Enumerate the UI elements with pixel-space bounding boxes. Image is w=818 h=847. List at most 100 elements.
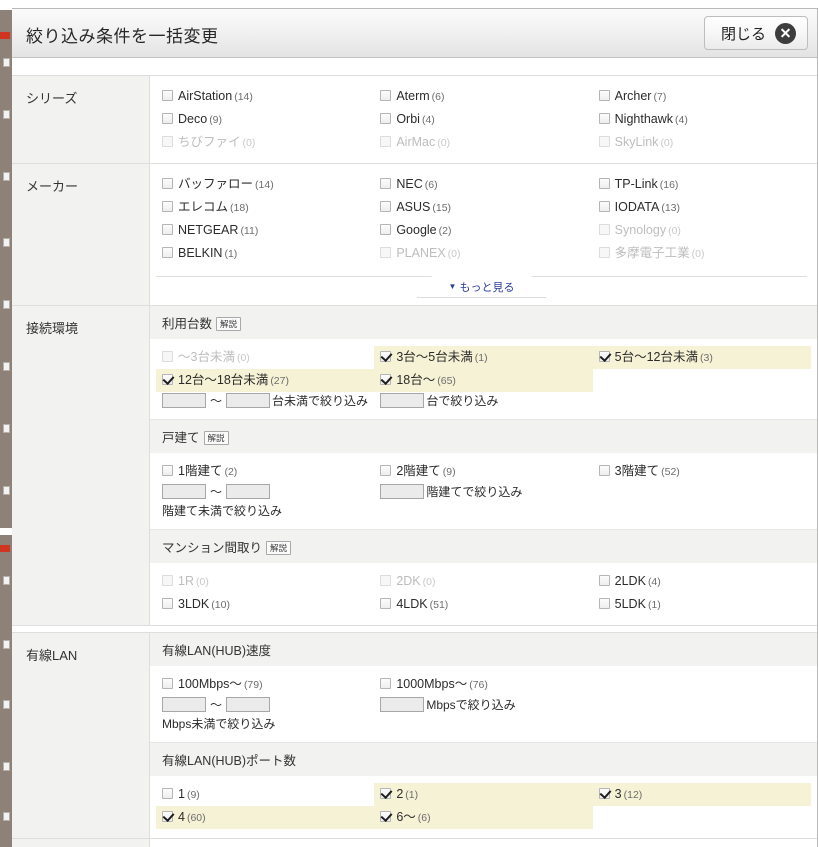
filter-checkbox-item[interactable]: Deco (9) [156,108,374,131]
chevron-down-icon: ▼ [448,281,457,291]
single-value-input[interactable] [380,393,425,408]
section-content-wired-lan: 有線LAN(HUB)速度 100Mbps～ (79) 1000Mbps～ (76) ～ Mb… [150,633,817,838]
filter-checkbox-item[interactable]: 3台～5台未満 (1) [374,346,593,369]
range-to-input[interactable] [226,697,271,712]
section-label-connection: 接続環境 [12,306,150,625]
checkbox-icon [380,201,392,212]
range-tilde: ～ [210,485,223,499]
range-filter-row: ～ 階建て未満で絞り込み 階建てで絞り込み [156,484,811,520]
checkbox-count: (51) [429,599,449,611]
filter-checkbox-item[interactable]: IODATA (13) [593,196,811,219]
checkbox-icon [380,598,392,609]
filter-checkbox-item[interactable]: BELKIN (1) [156,242,374,265]
subblock-body: 1階建て (2) 2階建て (9) 3階建て (52) ～ 階建て未満で絞り込み 階建てで絞り込… [150,453,817,529]
checkbox-checked-icon [162,811,173,822]
checkbox-icon [598,90,610,101]
range-empty-cell [593,484,811,520]
filter-checkbox-item[interactable]: バッファロー (14) [156,173,374,196]
filter-checkbox-item[interactable]: 3 (12) [592,783,811,806]
filter-subblock: 戸建て 解説 1階建て (2) 2階建て (9) 3階建て (52) ～ 階建て未満で絞り込み 階建… [150,419,817,529]
filter-checkbox-item[interactable]: 3階建て (52) [593,460,811,483]
section-connection: 接続環境 利用台数 解説 ～3台未満 (0) 3台～5台未満 (1) 5台～12台未満 (3)… [12,305,817,625]
checkbox-count: (13) [661,202,681,214]
checkbox-label: 100Mbps～ (79) [178,677,263,691]
filter-checkbox-item[interactable]: 2 (1) [374,783,593,806]
filter-checkbox-item[interactable]: 2LDK (4) [593,570,811,593]
checkbox-count: (0) [660,137,674,149]
range-filter-row: ～ Mbps未満で絞り込み Mbpsで絞り込み [156,697,811,733]
range-to-input[interactable] [226,393,271,408]
filter-subblock: マンション間取り 解説 1R (0) 2DK (0) 2LDK (4) 3LDK (10) 4LDK… [150,529,817,625]
checkbox-label: バッファロー (14) [178,177,274,191]
filter-checkbox-item[interactable]: 1階建て (2) [156,460,374,483]
single-value-input[interactable] [380,484,425,499]
bulk-filter-modal: 絞り込み条件を一括変更 閉じる シリーズ AirStation (14) Aterm… [12,8,818,847]
filter-checkbox-item[interactable]: Google (2) [374,219,592,242]
filter-checkbox-item[interactable]: NEC (6) [374,173,592,196]
checkbox-label: PLANEX (0) [396,246,461,260]
checkbox-label: 1階建て (2) [178,464,238,478]
subblock-body: ～3台未満 (0) 3台～5台未満 (1) 5台～12台未満 (3) 12台～18台未満 (2… [150,339,817,419]
checkbox-label: 2階建て (9) [396,464,456,478]
range-from-input[interactable] [162,697,206,712]
subblock-body: 1R (0) 2DK (0) 2LDK (4) 3LDK (10) 4LDK (51) 5LDK (1… [150,563,817,625]
filter-checkbox-item: 2DK (0) [374,570,592,593]
close-icon [775,22,796,44]
filter-checkbox-item[interactable]: 18台～ (65) [374,369,593,392]
filter-checkbox-item[interactable]: AirStation (14) [156,85,374,108]
filter-checkbox-item[interactable]: エレコム (18) [156,196,374,219]
kaisetsu-badge[interactable]: 解説 [216,317,242,331]
checkbox-icon [162,113,173,124]
kaisetsu-badge[interactable]: 解説 [203,431,229,445]
filter-checkbox-item[interactable]: Orbi (4) [374,108,592,131]
checkbox-label: 多摩電子工業 (0) [614,246,705,260]
filter-checkbox-item[interactable]: 1000Mbps～ (76) [374,673,592,696]
checkbox-label: Deco (9) [178,112,223,126]
filter-checkbox-item[interactable]: 6～ (6) [374,806,593,829]
filter-checkbox-item[interactable]: NETGEAR (11) [156,219,374,242]
filter-checkbox-item[interactable]: 5LDK (1) [593,593,811,616]
show-more-button[interactable]: ▼ もっと見る [416,276,547,298]
checkbox-label: AirStation (14) [178,89,253,103]
checkbox-count: (2) [224,466,238,478]
checkbox-count: (4) [421,114,435,126]
checkbox-label: 1 (9) [178,787,200,801]
range-filter-from-to: ～ 台未満で絞り込み [156,393,374,410]
filter-checkbox-item[interactable]: 5台～12台未満 (3) [592,346,811,369]
filter-checkbox-item[interactable]: 2階建て (9) [374,460,592,483]
filter-checkbox-item[interactable]: Aterm (6) [374,85,592,108]
single-suffix-label: 台で絞り込み [426,394,499,408]
checkbox-icon [162,598,173,609]
checkbox-icon [380,178,392,189]
filter-checkbox-item: Synology (0) [593,219,811,242]
filter-checkbox-item[interactable]: Nighthawk (4) [593,108,811,131]
checkbox-label: Synology (0) [614,223,681,237]
range-suffix-label: 階建て未満で絞り込み [162,504,283,518]
close-button[interactable]: 閉じる [703,16,808,50]
filter-checkbox-item[interactable]: TP-Link (16) [593,173,811,196]
checkbox-icon [380,90,392,101]
range-to-input[interactable] [226,484,271,499]
checkbox-count: (0) [447,248,461,260]
checkbox-count: (0) [236,352,250,364]
modal-body: シリーズ AirStation (14) Aterm (6) Archer (7) Deco… [12,58,817,847]
filter-checkbox-item[interactable]: Archer (7) [593,85,811,108]
filter-checkbox-item[interactable]: 1 (9) [156,783,374,806]
filter-checkbox-item[interactable]: ASUS (15) [374,196,592,219]
checkbox-icon [380,224,392,235]
range-from-input[interactable] [162,393,206,408]
checkbox-count: (4) [675,114,688,126]
range-from-input[interactable] [162,484,206,499]
single-value-input[interactable] [380,697,425,712]
filter-checkbox-item[interactable]: 3LDK (10) [156,593,374,616]
checkbox-count: (0) [437,137,451,149]
filter-checkbox-item[interactable]: 4LDK (51) [374,593,592,616]
filter-checkbox-item[interactable]: 100Mbps～ (79) [156,673,374,696]
filter-checkbox-item[interactable]: 4 (60) [156,806,375,829]
subblock-title: 有線LAN(HUB)ポート数 [162,754,297,768]
kaisetsu-badge[interactable]: 解説 [266,541,292,555]
single-filter: 台で絞り込み [374,393,592,410]
filter-checkbox-item: SkyLink (0) [593,131,811,154]
filter-checkbox-item[interactable]: 12台～18台未満 (27) [156,369,375,392]
checkbox-label: Orbi (4) [396,112,435,126]
